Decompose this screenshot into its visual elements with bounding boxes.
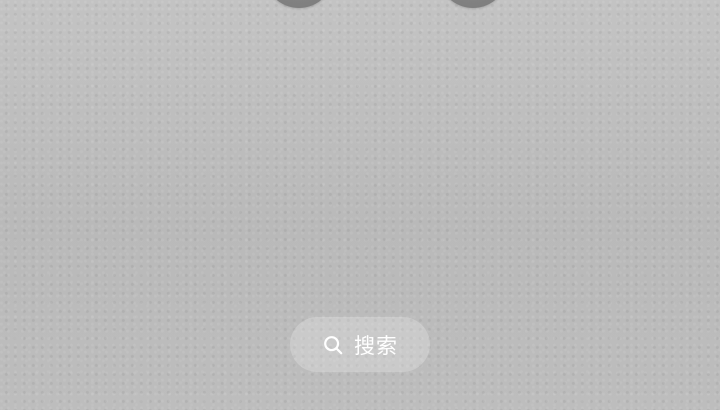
- search-icon: [324, 335, 343, 354]
- search-button[interactable]: 搜索: [290, 317, 430, 372]
- search-label: 搜索: [354, 333, 398, 358]
